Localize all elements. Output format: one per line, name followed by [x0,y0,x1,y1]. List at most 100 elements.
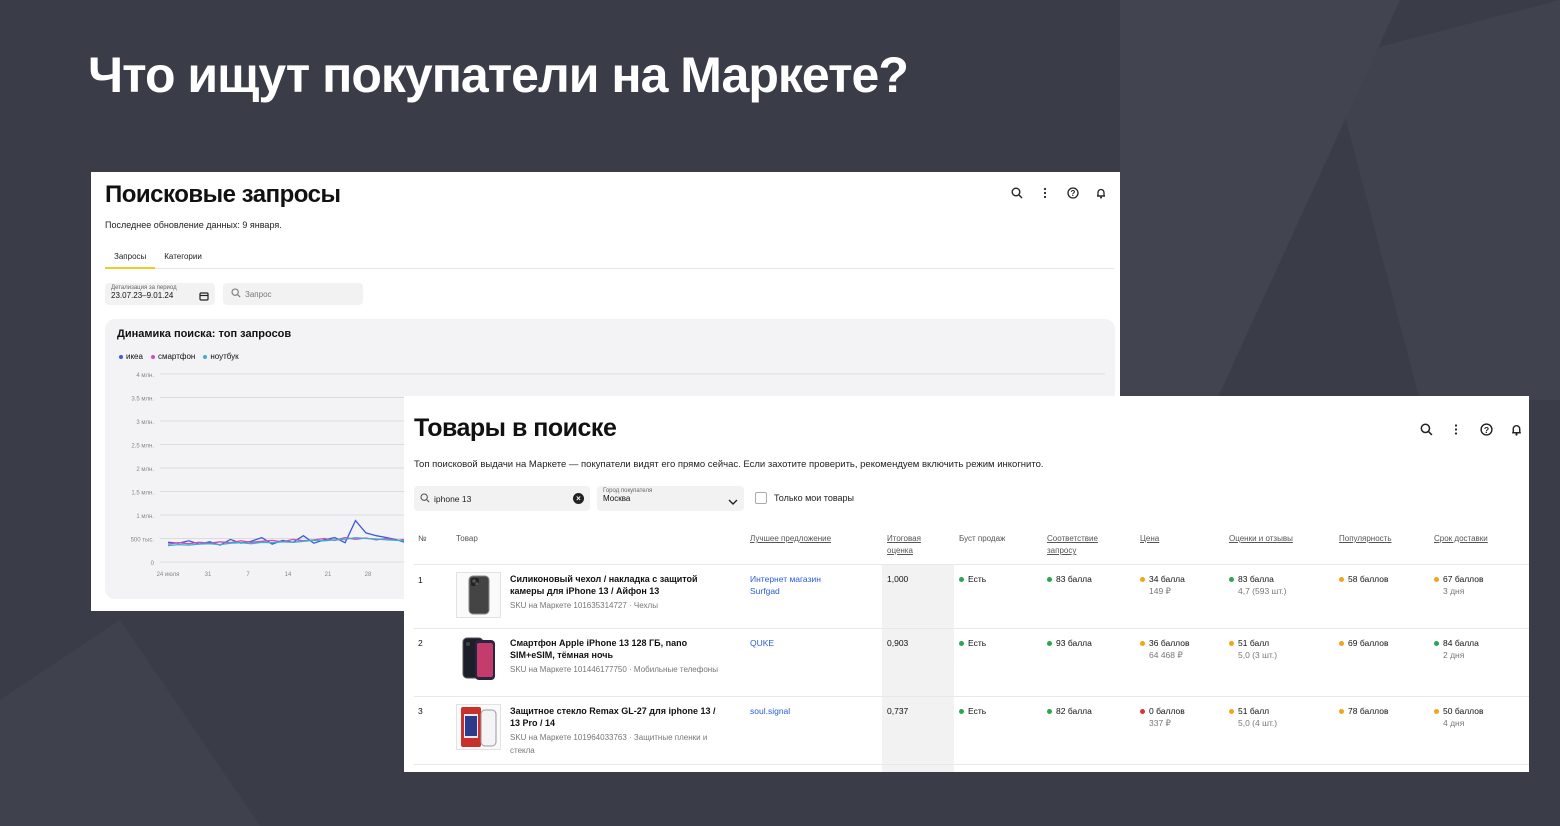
y-tick-label: 0 [151,561,155,567]
legend-item-laptop[interactable]: ноутбук [203,352,239,361]
help-icon[interactable]: ? [1066,186,1080,200]
series-line-икеа [167,519,419,546]
period-picker[interactable]: Детализация за период 23.07.23–9.01.24 [105,283,215,305]
product-image [456,704,501,750]
chevron-down-icon [728,493,738,511]
status-dot [1140,641,1145,647]
products-in-search-panel: Товары в поиске ? Топ поисковой выдачи н… [404,396,1529,772]
price-points: 0 баллов [1149,706,1185,716]
chart-title: Динамика поиска: топ запросов [117,328,292,340]
bell-icon[interactable] [1509,422,1523,436]
popularity-value: 58 баллов [1348,574,1389,584]
price-value: 64 468 ₽ [1149,650,1183,660]
divider [414,564,1529,565]
col-best-offer[interactable]: Лучшее предложение [750,533,831,545]
relevance: 83 балла [1047,573,1092,585]
toolbar: ? [1010,186,1108,200]
tab-queries[interactable]: Запросы [105,246,156,269]
legend-item-smartphone[interactable]: смартфон [150,352,196,361]
product-search-input[interactable]: iphone 13 × [414,486,590,511]
total-score: 1,000 [887,574,909,584]
only-mine-checkbox[interactable] [755,492,767,504]
col-delivery[interactable]: Срок доставки [1434,533,1488,545]
relevance-value: 93 балла [1056,638,1092,648]
legend-label: смартфон [157,352,196,361]
divider [414,628,1529,629]
status-dot [1229,577,1234,583]
reviews-value: 5,0 (4 шт.) [1238,718,1278,728]
status-dot [1434,577,1439,583]
calendar-icon [199,288,209,306]
product-name[interactable]: Защитное стекло Remax GL-27 для iphone 1… [510,705,725,729]
col-total-score[interactable]: Итоговая оценка [887,533,937,557]
best-offer-link[interactable]: soul.signal [750,705,790,717]
page-title: Поисковые запросы [105,181,341,208]
price: 34 балла 149 ₽ [1140,573,1185,597]
col-reviews[interactable]: Оценки и отзывы [1229,533,1293,545]
delivery-points: 84 балла [1443,638,1479,648]
product-image [456,636,501,682]
y-tick-label: 3.5 млн. [131,397,154,403]
search-icon [420,490,430,508]
reviews-points: 83 балла [1238,574,1274,584]
delivery: 84 балла 2 дня [1434,637,1479,661]
divider [414,764,1529,765]
sales-boost-value: Есть [968,706,987,716]
y-tick-label: 1 млн. [136,514,154,520]
col-price[interactable]: Цена [1140,533,1159,545]
reviews: 51 балл 5,0 (4 шт.) [1229,705,1277,729]
relevance: 82 балла [1047,705,1092,717]
search-icon[interactable] [1419,422,1433,436]
delivery-value: 2 дня [1443,650,1465,660]
best-offer-link[interactable]: Интернет магазин Surfgad [750,573,840,597]
help-icon[interactable]: ? [1479,422,1493,436]
col-popularity[interactable]: Популярность [1339,533,1392,545]
popularity-value: 78 баллов [1348,706,1389,716]
query-search-input[interactable]: Запрос [223,283,363,305]
col-product: Товар [456,534,478,543]
svg-text:?: ? [1071,189,1076,198]
y-tick-label: 2 млн. [136,467,154,473]
more-icon[interactable] [1449,422,1463,436]
period-value: 23.07.23–9.01.24 [111,291,174,300]
relevance-value: 83 балла [1056,574,1092,584]
tab-categories[interactable]: Категории [155,246,211,269]
legend-marker [150,354,155,359]
sales-boost: Есть [959,573,986,585]
bell-icon[interactable] [1094,186,1108,200]
search-icon[interactable] [1010,186,1024,200]
best-offer-link[interactable]: QUKE [750,637,774,649]
status-dot [1339,577,1344,583]
page-title: Товары в поиске [414,414,617,442]
slide: { "slide": { "title": "Что ищут покупате… [0,0,1560,826]
chart-legend: икеа смартфон ноутбук [119,352,239,361]
reviews-value: 4,7 (593 шт.) [1238,586,1287,596]
only-mine-filter[interactable]: Только мои товары [755,492,854,504]
price: 0 баллов 337 ₽ [1140,705,1185,729]
x-tick-label: 24 июля [157,572,180,578]
reviews: 83 балла 4,7 (593 шт.) [1229,573,1287,597]
status-dot [1434,641,1439,647]
popularity: 78 баллов [1339,705,1388,717]
product-name[interactable]: Смартфон Apple iPhone 13 128 ГБ, nano SI… [510,637,725,661]
y-tick-label: 500 тыс. [131,538,155,544]
price-value: 149 ₽ [1149,586,1171,596]
y-tick-label: 4 млн. [136,373,154,379]
more-icon[interactable] [1038,186,1052,200]
sales-boost: Есть [959,637,986,649]
delivery-points: 67 баллов [1443,574,1484,584]
popularity-value: 69 баллов [1348,638,1389,648]
legend-item-ikea[interactable]: икеа [119,352,143,361]
search-icon [231,288,241,300]
reviews-value: 5,0 (3 шт.) [1238,650,1278,660]
clear-icon[interactable]: × [573,493,584,504]
city-select[interactable]: Город покупателя Москва [597,486,744,511]
col-relevance[interactable]: Соответствие запросу [1047,533,1112,557]
x-tick-label: 14 [285,572,292,578]
status-dot [1339,709,1344,715]
delivery-value: 3 дня [1443,586,1465,596]
x-tick-label: 7 [246,572,250,578]
x-tick-label: 28 [365,572,372,578]
product-image [456,572,501,618]
product-name[interactable]: Силиконовый чехол / накладка с защитой к… [510,573,725,597]
